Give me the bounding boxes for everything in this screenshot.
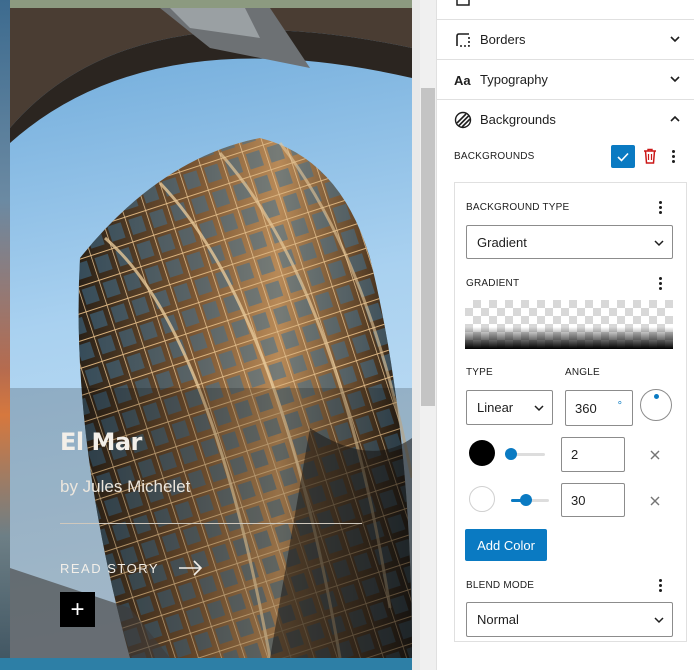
close-icon[interactable] xyxy=(649,449,661,461)
background-type-value: Gradient xyxy=(477,234,527,250)
angle-label: ANGLE xyxy=(565,367,600,378)
chevron-up-icon xyxy=(670,115,680,122)
border-icon xyxy=(454,31,472,49)
trash-icon[interactable] xyxy=(643,148,657,164)
gradient-type-value: Linear xyxy=(477,400,514,415)
chevron-down-icon xyxy=(654,617,664,624)
panel-spacing[interactable] xyxy=(437,0,694,18)
canvas-scrollbar-thumb[interactable] xyxy=(421,88,435,406)
svg-text:Aa: Aa xyxy=(454,73,471,88)
angle-input[interactable]: 360 ° xyxy=(565,390,633,426)
blend-mode-select[interactable]: Normal xyxy=(466,602,673,637)
backgrounds-icon xyxy=(454,111,472,129)
color-stop-position-input[interactable]: 2 xyxy=(561,437,625,472)
panel-backgrounds-label: Backgrounds xyxy=(480,112,556,127)
chevron-down-icon xyxy=(670,36,680,43)
background-type-label: BACKGROUND TYPE xyxy=(466,202,570,213)
chevron-down-icon xyxy=(534,405,544,412)
checkmark-icon xyxy=(617,152,629,162)
background-type-options-icon[interactable] xyxy=(658,201,662,215)
spacing-icon xyxy=(454,0,472,8)
block-settings-sidebar: Borders Aa Typography Backgrounds BACKGR… xyxy=(436,0,694,670)
panel-borders[interactable]: Borders xyxy=(437,19,694,59)
angle-value: 360 xyxy=(575,400,597,416)
close-icon[interactable] xyxy=(649,495,661,507)
gradient-options-icon[interactable] xyxy=(658,277,662,291)
panel-typography[interactable]: Aa Typography xyxy=(437,59,694,99)
adjacent-block-edge xyxy=(10,0,412,8)
typography-icon: Aa xyxy=(454,71,472,89)
add-block-button[interactable]: + xyxy=(60,592,95,627)
story-divider xyxy=(60,523,362,524)
backgrounds-header-label: BACKGROUNDS xyxy=(454,151,535,162)
adjacent-block-edge-bottom xyxy=(0,658,412,670)
color-stop-slider[interactable] xyxy=(511,494,549,506)
blend-mode-label: BLEND MODE xyxy=(466,580,535,591)
color-stop-slider-thumb[interactable] xyxy=(520,494,532,506)
angle-unit: ° xyxy=(617,400,622,412)
color-stop-swatch[interactable] xyxy=(469,440,495,466)
chevron-down-icon xyxy=(654,240,664,247)
gradient-type-label: TYPE xyxy=(466,367,493,378)
blend-mode-options-icon[interactable] xyxy=(658,579,662,593)
panel-borders-label: Borders xyxy=(480,32,526,47)
gradient-label: GRADIENT xyxy=(466,278,520,289)
color-stop-slider-thumb[interactable] xyxy=(505,448,517,460)
angle-dial-indicator xyxy=(654,394,659,399)
backgrounds-options-menu-icon[interactable] xyxy=(671,150,675,164)
chevron-down-icon xyxy=(670,76,680,83)
angle-dial-control[interactable] xyxy=(640,389,672,421)
color-stop-swatch[interactable] xyxy=(469,486,495,512)
story-title[interactable]: El Mar xyxy=(60,428,142,456)
blend-mode-value: Normal xyxy=(477,612,519,627)
gradient-type-select[interactable]: Linear xyxy=(466,390,553,425)
read-story-link[interactable]: READ STORY xyxy=(60,561,159,576)
panel-typography-label: Typography xyxy=(480,72,548,87)
add-color-button[interactable]: Add Color xyxy=(465,529,547,561)
backgrounds-enabled-toggle[interactable] xyxy=(611,145,635,168)
color-stop-position-value: 2 xyxy=(571,447,579,462)
color-stop-position-value: 30 xyxy=(571,492,586,508)
color-stop-position-input[interactable]: 30 xyxy=(561,483,625,517)
color-stop-slider[interactable] xyxy=(505,448,545,460)
gradient-preview-bar[interactable] xyxy=(465,300,673,349)
editor-canvas: El Mar by Jules Michelet READ STORY + xyxy=(0,0,420,670)
arrow-right-icon[interactable] xyxy=(178,559,204,577)
background-type-select[interactable]: Gradient xyxy=(466,225,673,259)
story-author[interactable]: by Jules Michelet xyxy=(60,477,190,497)
panel-backgrounds[interactable]: Backgrounds xyxy=(437,99,694,139)
adjacent-image-edge xyxy=(0,0,10,670)
